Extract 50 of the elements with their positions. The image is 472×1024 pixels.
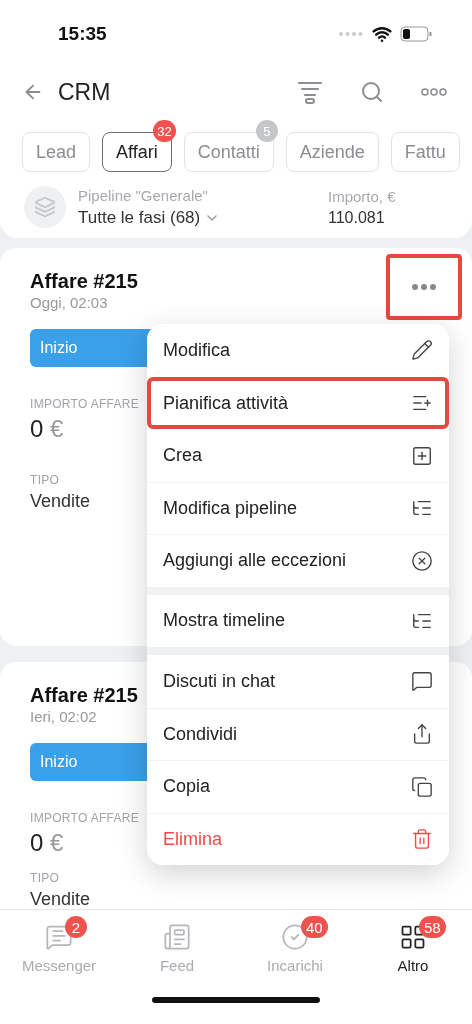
count-badge: 58 [419,916,446,938]
layers-icon [34,196,56,218]
deal-title: Affare #215 [30,270,138,293]
menu-item[interactable]: Mostra timeline [147,594,449,647]
more-icon [421,88,447,96]
deal-title: Affare #215 [30,684,138,707]
field-label: IMPORTO AFFARE [30,397,140,411]
copy-icon [411,775,433,798]
menu-item[interactable]: Condividi [147,707,449,760]
pencil-icon [411,339,433,362]
amount-label: Importo, € [328,187,397,205]
menu-item[interactable]: Elimina [147,812,449,865]
chat-icon [45,923,73,951]
field-label: IMPORTO AFFARE [30,811,140,825]
count-badge: 40 [301,916,328,938]
menu-item[interactable]: Crea [147,429,449,482]
deal-amount: 0 € [30,829,64,857]
menu-item[interactable]: Copia [147,760,449,813]
share-icon [411,723,433,746]
menu-item[interactable]: Aggiungi alle eccezioni [147,534,449,587]
field-label: TIPO [30,871,60,885]
stage-dropdown[interactable]: Tutte le fasi (68) [78,207,316,228]
count-badge: 32 [153,120,176,142]
menu-item[interactable]: Modifica [147,324,449,377]
page-title: CRM [58,78,112,106]
trash-icon [411,828,433,851]
filter-icon [297,80,323,104]
status-time: 15:35 [58,23,107,45]
signal-icon [338,31,364,37]
card-menu-button[interactable] [386,254,462,320]
menu-item[interactable]: Pianifica attività [147,376,449,429]
wifi-icon [372,24,392,44]
deal-date: Ieri, 02:02 [30,708,98,725]
pipeline-label: Pipeline "Generale" [78,186,209,204]
menu-item[interactable]: Modifica pipeline [147,481,449,534]
ellipsis-icon [412,284,436,290]
battery-icon [400,26,432,42]
field-label: TIPO [30,473,60,487]
count-badge: 2 [65,916,87,938]
deal-type: Vendite [30,491,91,512]
square-plus-icon [411,444,433,467]
menu-item[interactable]: Discuti in chat [147,655,449,708]
feed-icon [163,923,191,951]
deal-date: Oggi, 02:03 [30,294,109,311]
amount-value: 110.081 [328,208,386,227]
chat-bubble-icon [411,670,433,693]
deal-amount: 0 € [30,415,64,443]
count-badge: 5 [255,120,278,142]
circle-x-icon [411,549,433,572]
deal-type: Vendite [30,889,91,909]
